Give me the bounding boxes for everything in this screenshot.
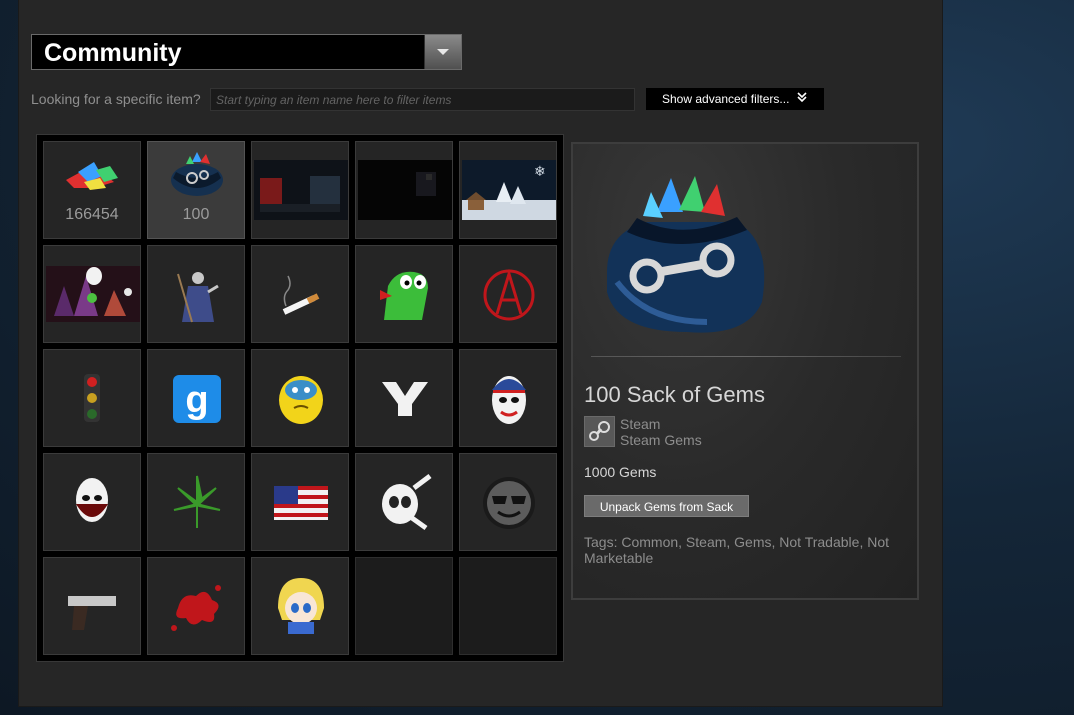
inventory-item-background-snowy-cabin[interactable]: ❄ (459, 141, 557, 239)
svg-text:❄: ❄ (534, 164, 546, 180)
inventory-item-sack-of-gems[interactable]: 100 (147, 141, 245, 239)
item-count: 166454 (65, 206, 119, 223)
inventory-item-emoticon-white-mask[interactable] (43, 453, 141, 551)
inventory-item-emoticon-us-flag[interactable] (251, 453, 349, 551)
cigarette-emoticon-icon (282, 275, 320, 315)
item-tags: Tags: Common, Steam, Gems, Not Tradable,… (584, 534, 890, 566)
inventory-item-emoticon-skull-bone[interactable] (355, 453, 453, 551)
leaf-emoticon-icon (173, 475, 221, 528)
us-flag-emoticon-icon (274, 486, 328, 520)
item-count: 100 (182, 206, 210, 223)
sack-of-gems-icon (171, 152, 223, 196)
traffic-light-emoticon-icon (84, 374, 100, 422)
filter-label: Looking for a specific item? (31, 91, 201, 107)
y-emoticon-icon (382, 382, 428, 416)
svg-text:g: g (185, 379, 208, 421)
wizard-emoticon-icon (177, 272, 219, 323)
inventory-item-emoticon-y[interactable] (355, 349, 453, 447)
item-detail-panel: 100 Sack of Gems Steam Steam Gems 1000 G… (571, 142, 919, 600)
inventory-item-emoticon-cigarette[interactable] (251, 245, 349, 343)
anarchy-emoticon-icon (483, 268, 535, 321)
inventory-item-emoticon-usa-mask[interactable] (459, 349, 557, 447)
dragon-emoticon-icon (380, 271, 428, 320)
halloween-background-icon (46, 266, 140, 322)
inventory-item-emoticon-sunglasses-face[interactable] (459, 453, 557, 551)
unpack-gems-button[interactable]: Unpack Gems from Sack (584, 495, 749, 517)
inventory-item-emoticon-dragon[interactable] (355, 245, 453, 343)
usa-mask-emoticon-icon (492, 376, 526, 424)
truck-background-icon (254, 160, 348, 220)
inventory-item-emoticon-pistol[interactable] (43, 557, 141, 655)
snowy-cabin-background-icon: ❄ (462, 160, 556, 220)
inventory-item-emoticon-traffic-light[interactable] (43, 349, 141, 447)
item-type: Steam Gems (620, 432, 702, 448)
skull-bone-emoticon-icon (382, 474, 432, 531)
inventory-item-background-dark-room[interactable] (355, 141, 453, 239)
inventory-item-emoticon-blood-splat[interactable] (147, 557, 245, 655)
item-filter-input[interactable] (210, 88, 635, 111)
inventory-grid: 166454 100 ❄ g (36, 134, 564, 662)
gmod-emoticon-icon: g (173, 375, 221, 423)
context-selected-label: Community (44, 39, 182, 67)
inventory-context-dropdown[interactable]: Community (31, 34, 462, 70)
inventory-item-emoticon-wizard[interactable] (147, 245, 245, 343)
item-game-name: Steam (620, 416, 661, 432)
sunglasses-face-emoticon-icon (483, 477, 535, 529)
inventory-item-emoticon-gmod[interactable]: g (147, 349, 245, 447)
inventory-slot-empty (459, 557, 557, 655)
chevron-down-icon[interactable] (424, 35, 461, 69)
detail-divider (591, 356, 901, 357)
inventory-item-background-trucks[interactable] (251, 141, 349, 239)
inventory-item-gems[interactable]: 166454 (43, 141, 141, 239)
blood-splat-emoticon-icon (171, 585, 221, 631)
advanced-filters-label: Show advanced filters... (662, 92, 790, 106)
show-advanced-filters-button[interactable]: Show advanced filters... (646, 88, 824, 110)
inventory-item-emoticon-yellow-blob[interactable] (251, 349, 349, 447)
inventory-item-emoticon-leaf[interactable] (147, 453, 245, 551)
inventory-item-background-halloween[interactable] (43, 245, 141, 343)
gems-icon (66, 162, 118, 190)
double-chevron-down-icon (796, 91, 808, 106)
inventory-item-emoticon-anarchy[interactable] (459, 245, 557, 343)
inventory-slot-empty (355, 557, 453, 655)
steam-game-icon (584, 416, 615, 447)
yellow-blob-emoticon-icon (279, 376, 323, 424)
item-title: 100 Sack of Gems (584, 382, 765, 407)
pistol-emoticon-icon (68, 596, 116, 630)
dark-room-background-icon (358, 160, 452, 220)
anime-girl-emoticon-icon (278, 578, 324, 634)
sack-of-gems-large-icon (607, 176, 765, 333)
white-mask-emoticon-icon (76, 478, 108, 522)
item-description: 1000 Gems (584, 464, 657, 480)
inventory-item-emoticon-anime-girl[interactable] (251, 557, 349, 655)
